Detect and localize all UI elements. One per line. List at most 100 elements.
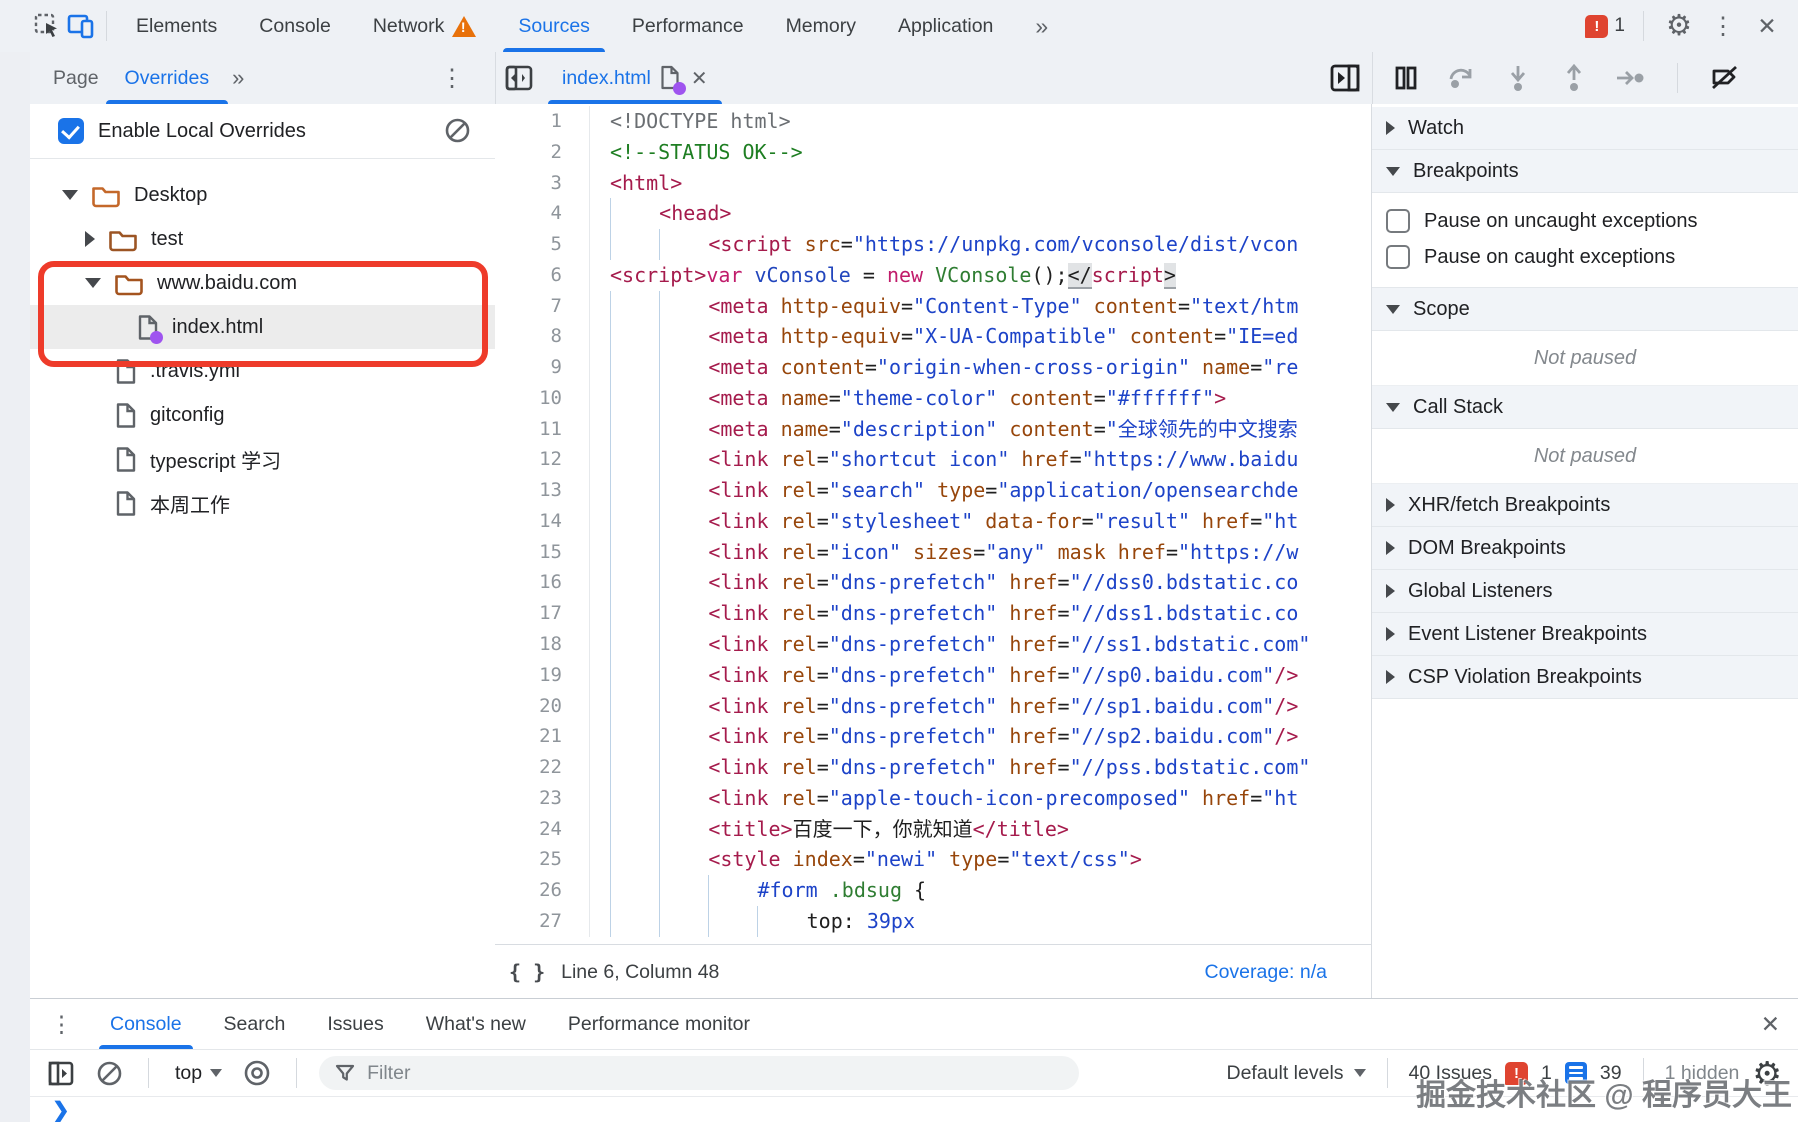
code-line[interactable]: 12<link rel="shortcut icon" href="https:… [495,444,1371,475]
code-line[interactable]: 1<!DOCTYPE html> [495,106,1371,137]
drawer-kebab-menu-icon[interactable]: ⋮ [30,999,89,1049]
tree-row-test[interactable]: test [30,217,495,261]
close-drawer-icon[interactable]: ✕ [1761,999,1780,1049]
code-line[interactable]: 22<link rel="dns-prefetch" href="//pss.b… [495,752,1371,783]
section-watch[interactable]: Watch [1372,107,1798,150]
line-number[interactable]: 20 [495,691,590,722]
line-number[interactable]: 2 [495,137,590,168]
pause-script-execution-icon[interactable] [1389,61,1423,95]
clear-console-icon[interactable] [92,1056,126,1090]
pause-uncaught-row[interactable]: Pause on uncaught exceptions [1386,203,1798,239]
more-sidebar-tabs-icon[interactable]: » [222,65,254,91]
pause-caught-checkbox[interactable] [1386,245,1410,269]
code-line[interactable]: 24<title>百度一下，你就知道</title> [495,814,1371,845]
code-line[interactable]: 25<style index="newi" type="text/css"> [495,844,1371,875]
section-breakpoints[interactable]: Breakpoints [1372,150,1798,193]
drawer-tab-issues[interactable]: Issues [306,999,404,1049]
console-filter-input[interactable]: Filter [319,1056,1079,1090]
editor-tab-index-html[interactable]: index.html ✕ [548,52,722,104]
code-line[interactable]: 7<meta http-equiv="Content-Type" content… [495,291,1371,322]
line-number[interactable]: 27 [495,906,590,937]
code-line[interactable]: 26#form .bdsug { [495,875,1371,906]
line-number[interactable]: 4 [495,198,590,229]
step-out-icon[interactable] [1557,61,1591,95]
code-line[interactable]: 2<!--STATUS OK--> [495,137,1371,168]
error-count-icon[interactable]: ! [1585,15,1608,38]
line-number[interactable]: 15 [495,537,590,568]
section-scope[interactable]: Scope [1372,288,1798,331]
tab-performance[interactable]: Performance [611,0,765,52]
line-number[interactable]: 11 [495,414,590,445]
sidebar-kebab-menu-icon[interactable]: ⋮ [435,61,469,95]
code-line[interactable]: 20<link rel="dns-prefetch" href="//sp1.b… [495,691,1371,722]
log-levels-select[interactable]: Default levels [1226,1062,1365,1085]
code-line[interactable]: 16<link rel="dns-prefetch" href="//dss0.… [495,567,1371,598]
code-line[interactable]: 27top: 39px [495,906,1371,937]
code-line[interactable]: 4<head> [495,198,1371,229]
enable-local-overrides-checkbox[interactable] [58,118,84,144]
inspect-icon[interactable] [30,9,64,43]
close-tab-icon[interactable]: ✕ [691,66,708,91]
line-number[interactable]: 26 [495,875,590,906]
tab-application[interactable]: Application [877,0,1014,52]
code-line[interactable]: 11<meta name="description" content="全球领先… [495,414,1371,445]
section-global-listeners[interactable]: Global Listeners [1372,570,1798,613]
error-count[interactable]: 1 [1614,15,1625,37]
line-number[interactable]: 13 [495,475,590,506]
line-number[interactable]: 3 [495,168,590,199]
tree-row-www-baidu-com[interactable]: www.baidu.com [30,261,495,305]
tree-row-travis-yml[interactable]: .travis.yml [30,349,495,393]
drawer-tab-search[interactable]: Search [203,999,307,1049]
code-line[interactable]: 14<link rel="stylesheet" data-for="resul… [495,506,1371,537]
device-toolbar-icon[interactable] [64,9,98,43]
tree-row-benzhou[interactable]: 本周工作 [30,481,495,525]
step-into-icon[interactable] [1501,61,1535,95]
line-number[interactable]: 19 [495,660,590,691]
section-dom-breakpoints[interactable]: DOM Breakpoints [1372,527,1798,570]
deactivate-breakpoints-icon[interactable] [1708,61,1742,95]
tree-row-gitconfig[interactable]: gitconfig [30,393,495,437]
code-line[interactable]: 19<link rel="dns-prefetch" href="//sp0.b… [495,660,1371,691]
collapse-navigator-icon[interactable] [502,61,536,95]
line-number[interactable]: 17 [495,598,590,629]
code-line[interactable]: 23<link rel="apple-touch-icon-precompose… [495,783,1371,814]
code-editor[interactable]: 1<!DOCTYPE html>2<!--STATUS OK-->3<html>… [495,104,1371,944]
code-line[interactable]: 9<meta content="origin-when-cross-origin… [495,352,1371,383]
tab-memory[interactable]: Memory [765,0,877,52]
line-number[interactable]: 7 [495,291,590,322]
code-line[interactable]: 15<link rel="icon" sizes="any" mask href… [495,537,1371,568]
sidebar-tab-overrides[interactable]: Overrides [112,52,223,104]
step-icon[interactable] [1613,61,1647,95]
code-line[interactable]: 17<link rel="dns-prefetch" href="//dss1.… [495,598,1371,629]
code-line[interactable]: 3<html> [495,168,1371,199]
close-devtools-icon[interactable]: ✕ [1750,9,1784,43]
code-line[interactable]: 5<script src="https://unpkg.com/vconsole… [495,229,1371,260]
pause-caught-row[interactable]: Pause on caught exceptions [1386,239,1798,275]
tab-elements[interactable]: Elements [115,0,238,52]
sidebar-tab-page[interactable]: Page [40,52,112,104]
line-number[interactable]: 12 [495,444,590,475]
step-over-icon[interactable] [1445,61,1479,95]
line-number[interactable]: 25 [495,844,590,875]
code-line[interactable]: 13<link rel="search" type="application/o… [495,475,1371,506]
drawer-tab-performance-monitor[interactable]: Performance monitor [547,999,771,1049]
section-csp-breakpoints[interactable]: CSP Violation Breakpoints [1372,656,1798,699]
line-number[interactable]: 6 [495,260,590,291]
code-line[interactable]: 8<meta http-equiv="X-UA-Compatible" cont… [495,321,1371,352]
line-number[interactable]: 10 [495,383,590,414]
section-call-stack[interactable]: Call Stack [1372,386,1798,429]
tree-row-desktop[interactable]: Desktop [30,173,495,217]
chevron-down-icon[interactable] [62,190,78,200]
javascript-context-select[interactable]: top [171,1062,226,1085]
drawer-tab-console[interactable]: Console [89,999,203,1049]
line-number[interactable]: 23 [495,783,590,814]
line-number[interactable]: 9 [495,352,590,383]
coverage-link[interactable]: Coverage: n/a [1205,961,1328,984]
line-number[interactable]: 8 [495,321,590,352]
tab-console[interactable]: Console [238,0,352,52]
code-line[interactable]: 10<meta name="theme-color" content="#fff… [495,383,1371,414]
section-xhr-breakpoints[interactable]: XHR/fetch Breakpoints [1372,484,1798,527]
code-line[interactable]: 21<link rel="dns-prefetch" href="//sp2.b… [495,721,1371,752]
show-console-sidebar-icon[interactable] [44,1056,78,1090]
pretty-print-icon[interactable]: { } [509,960,545,984]
